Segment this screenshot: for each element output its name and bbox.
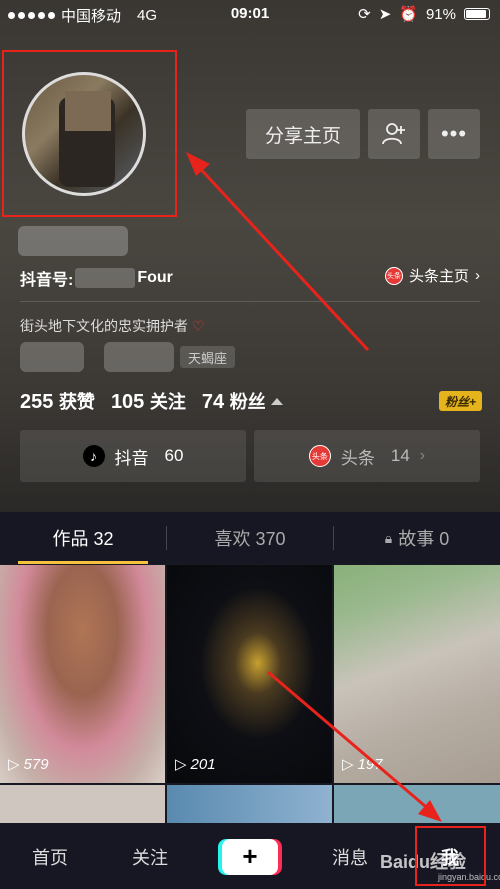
video-thumbnail[interactable]: ▷ 201 <box>167 565 332 783</box>
annotation-box-me <box>415 826 486 886</box>
annotation-box-avatar <box>2 50 177 217</box>
battery-percent: 91% <box>425 5 456 23</box>
nav-home[interactable]: 首页 <box>0 844 100 870</box>
video-thumbnail[interactable]: ▷ 579 <box>0 565 165 783</box>
rotation-lock-icon: ⟳ <box>358 6 371 23</box>
username-blurred <box>18 226 128 256</box>
heart-icon: ♡ <box>192 317 205 334</box>
bio: 街头地下文化的忠实拥护者 ♡ <box>20 317 205 335</box>
tab-works[interactable]: 作品 32 <box>0 512 166 564</box>
play-icon: ▷ <box>8 756 20 773</box>
video-grid: ▷ 579 ▷ 201 ▷ 197 <box>0 565 500 823</box>
create-button[interactable]: + <box>222 838 278 875</box>
fans-stat[interactable]: 74 粉丝 <box>202 388 284 414</box>
play-icon: ▷ <box>342 756 354 773</box>
more-button[interactable]: ••• <box>428 109 480 159</box>
toutiao-home-link[interactable]: 头条 头条主页 › <box>384 265 480 286</box>
toutiao-icon: 头条 <box>384 266 403 285</box>
tag-blurred <box>104 342 174 372</box>
add-user-icon <box>382 123 405 145</box>
add-friend-button[interactable] <box>368 109 420 159</box>
stats-row: 255 获赞 105 关注 74 粉丝 <box>20 388 284 414</box>
toutiao-works-button[interactable]: 头条 头条 14 › <box>254 430 480 482</box>
chevron-right-icon: › <box>475 267 480 284</box>
tab-likes[interactable]: 喜欢 370 <box>167 512 333 564</box>
nav-follow[interactable]: 关注 <box>100 844 200 870</box>
content-tabs: 作品 32 喜欢 370 🔒︎ 故事 0 <box>0 512 500 564</box>
chevron-right-icon: › <box>419 447 426 464</box>
battery-icon <box>464 8 490 20</box>
likes-stat[interactable]: 255 获赞 <box>20 388 95 414</box>
following-stat[interactable]: 105 关注 <box>111 388 186 414</box>
more-icon: ••• <box>440 121 468 146</box>
video-thumbnail[interactable] <box>334 785 500 823</box>
status-bar: 中国移动 4G 09:01 ⟳ ➤ ⏰ 91% <box>0 0 500 28</box>
lock-icon: 🔒︎ <box>384 529 393 546</box>
zodiac-tag: 天蝎座 <box>180 346 236 368</box>
video-thumbnail[interactable]: ▷ 197 <box>334 565 500 783</box>
tag-blurred <box>20 342 84 372</box>
alarm-icon: ⏰ <box>399 6 418 23</box>
fans-badge[interactable]: 粉丝+ <box>438 391 482 411</box>
share-profile-button[interactable]: 分享主页 <box>246 109 360 159</box>
video-thumbnail[interactable] <box>0 785 165 823</box>
douyin-icon: ♪ <box>82 445 105 467</box>
divider <box>20 301 480 302</box>
location-icon: ➤ <box>378 6 392 23</box>
video-thumbnail[interactable] <box>167 785 332 823</box>
play-icon: ▷ <box>175 756 187 773</box>
douyin-works-button[interactable]: ♪ 抖音 60 <box>20 430 246 482</box>
tab-stories[interactable]: 🔒︎ 故事 0 <box>334 512 500 564</box>
toutiao-icon: 头条 <box>308 445 331 467</box>
caret-up-icon <box>271 398 284 405</box>
douyin-id: 抖音号: Four <box>20 268 173 289</box>
profile-screen: 中国移动 4G 09:01 ⟳ ➤ ⏰ 91% 分享主页 ••• 抖音号: Fo… <box>0 0 500 889</box>
